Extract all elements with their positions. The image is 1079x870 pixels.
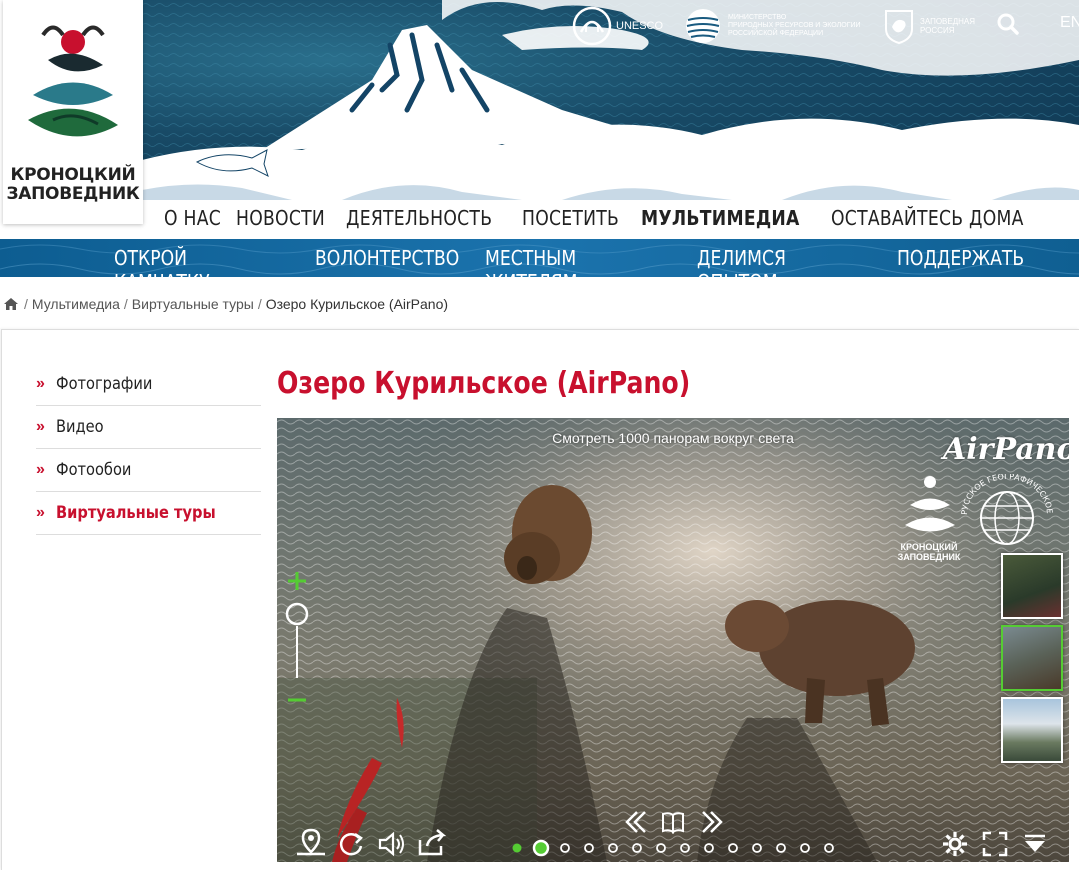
- kron-label-line-2: ЗАПОВЕДНИК: [897, 552, 961, 562]
- sidebar-menu: » Фотографии » Видео » Фотообои » Виртуа…: [36, 363, 261, 535]
- menu-collapse-icon[interactable]: [1021, 832, 1049, 856]
- fullscreen-icon[interactable]: [981, 830, 1009, 858]
- zapovednaya-line-1: ЗАПОВЕДНАЯ: [920, 17, 976, 26]
- subnav-support[interactable]: ПОДДЕРЖАТЬ: [897, 246, 1024, 294]
- kronotsky-logo-icon: [905, 476, 955, 532]
- breadcrumb-separator: /: [24, 296, 28, 312]
- pano-dot[interactable]: [752, 843, 762, 853]
- sidebar-item-label: Фотографии: [56, 374, 153, 394]
- language-switch[interactable]: EN: [1060, 14, 1079, 32]
- pano-dot[interactable]: [632, 843, 642, 853]
- search-icon[interactable]: [996, 12, 1020, 36]
- sub-nav: ОТКРОЙ КАМЧАТКУ ВОЛОНТЕРСТВО МЕСТНЫМ ЖИТ…: [0, 239, 1079, 294]
- logo-line-2: ЗАПОВЕДНИК: [6, 184, 140, 204]
- sidebar-item-label: Фотообои: [56, 460, 132, 480]
- pano-thumbnail[interactable]: [1001, 697, 1063, 763]
- ministry-line-3: РОССИЙСКОЙ ФЕДЕРАЦИИ: [728, 30, 824, 37]
- logo-emblem-icon: [28, 25, 118, 137]
- sidebar-item-label: Видео: [56, 417, 104, 437]
- pano-dot[interactable]: [656, 843, 666, 853]
- sidebar-item-photos[interactable]: » Фотографии: [36, 363, 261, 406]
- pano-dot[interactable]: [680, 843, 690, 853]
- kron-label-line-1: КРОНОЦКИЙ: [900, 542, 958, 552]
- pano-dot[interactable]: [728, 843, 738, 853]
- pano-dot[interactable]: [800, 843, 810, 853]
- subnav-volunteering[interactable]: ВОЛОНТЕРСТВО: [315, 246, 459, 294]
- panorama-viewer[interactable]: Смотреть 1000 панорам вокруг света AirPa…: [277, 418, 1069, 862]
- site-logo[interactable]: КРОНОЦКИЙ ЗАПОВЕДНИК: [3, 0, 143, 224]
- ministry-line-2: ПРИРОДНЫХ РЕСУРСОВ И ЭКОЛОГИИ: [728, 22, 861, 29]
- auto-rotate-icon[interactable]: [337, 830, 365, 858]
- breadcrumb-multimedia[interactable]: Мультимедиа: [32, 296, 120, 312]
- pano-dot[interactable]: [532, 839, 550, 857]
- sidebar-item-virtual-tours[interactable]: » Виртуальные туры: [36, 492, 261, 535]
- ministry-globe-icon: [686, 9, 720, 43]
- pano-thumbnail[interactable]: [1001, 553, 1063, 619]
- breadcrumb-separator: /: [123, 296, 128, 312]
- unesco-label: UNESCO: [616, 20, 664, 32]
- pano-dot[interactable]: [512, 843, 522, 853]
- logo-line-1: КРОНОЦКИЙ: [10, 165, 136, 185]
- sound-icon[interactable]: [377, 830, 407, 858]
- nav-multimedia[interactable]: МУЛЬТИМЕДИА: [641, 206, 800, 234]
- ministry-line-1: МИНИСТЕРСТВО: [728, 14, 787, 21]
- svg-text:РУССКОЕ ГЕОГРАФИЧЕСКОЕ ОБЩЕСТВ: РУССКОЕ ГЕОГРАФИЧЕСКОЕ ОБЩЕСТВО · ОСНОВА…: [957, 474, 1054, 515]
- pano-dot[interactable]: [584, 843, 594, 853]
- zoom-control[interactable]: [285, 568, 309, 708]
- unesco-icon: [572, 6, 612, 46]
- chevron-double-right-icon: »: [36, 375, 45, 392]
- airpano-brand[interactable]: AirPano: [943, 432, 1069, 467]
- pano-dot[interactable]: [704, 843, 714, 853]
- subnav-share-experience[interactable]: ДЕЛИМСЯ ОПЫТОМ: [697, 246, 866, 294]
- ministry-link[interactable]: МИНИСТЕРСТВО ПРИРОДНЫХ РЕСУРСОВ И ЭКОЛОГ…: [684, 4, 861, 48]
- site-header: КРОНОЦКИЙ ЗАПОВЕДНИК UNESCO МИНИСТЕРСТВО…: [0, 0, 1079, 239]
- zapovednaya-line-2: РОССИЯ: [920, 26, 955, 35]
- sidebar-item-label: Виртуальные туры: [56, 503, 216, 523]
- nav-news[interactable]: НОВОСТИ: [236, 206, 325, 234]
- pano-dot[interactable]: [560, 843, 570, 853]
- prev-pano-icon[interactable]: [625, 811, 646, 833]
- chevron-double-right-icon: »: [36, 461, 45, 478]
- pano-thumbnails: [1001, 553, 1063, 769]
- pano-thumbnail-active[interactable]: [1001, 625, 1063, 691]
- sidebar-item-wallpapers[interactable]: » Фотообои: [36, 449, 261, 492]
- map-pin-icon[interactable]: [295, 828, 331, 856]
- nav-activity[interactable]: ДЕЯТЕЛЬНОСТЬ: [346, 206, 492, 234]
- chevron-double-right-icon: »: [36, 418, 45, 435]
- nav-about[interactable]: О НАС: [164, 206, 221, 234]
- nav-stay-home[interactable]: ОСТАВАЙТЕСЬ ДОМА: [831, 206, 1024, 234]
- book-icon[interactable]: [662, 812, 684, 834]
- subnav-locals[interactable]: МЕСТНЫМ ЖИТЕЛЯМ: [485, 246, 664, 294]
- pano-dot[interactable]: [776, 843, 786, 853]
- share-icon[interactable]: [417, 828, 447, 856]
- pano-dot[interactable]: [824, 843, 834, 853]
- breadcrumb: / Мультимедиа / Виртуальные туры / Озеро…: [4, 296, 448, 312]
- breadcrumb-current: Озеро Курильское (AirPano): [265, 296, 449, 312]
- pano-nav-controls: [625, 811, 723, 834]
- rgo-globe-emblem-icon: РУССКОЕ ГЕОГРАФИЧЕСКОЕ ОБЩЕСТВО · ОСНОВА…: [957, 474, 1054, 545]
- breadcrumb-separator: /: [257, 296, 262, 312]
- settings-gear-icon[interactable]: [941, 830, 969, 858]
- main-nav: О НАС НОВОСТИ ДЕЯТЕЛЬНОСТЬ ПОСЕТИТЬ МУЛЬ…: [164, 206, 1041, 234]
- zapovednaya-link[interactable]: ЗАПОВЕДНАЯ РОССИЯ: [884, 4, 975, 48]
- pano-dots[interactable]: [509, 838, 839, 858]
- unesco-link[interactable]: UNESCO: [572, 4, 663, 48]
- subnav-open-kamchatka[interactable]: ОТКРОЙ КАМЧАТКУ: [114, 246, 283, 294]
- next-pano-icon[interactable]: [702, 811, 723, 833]
- page-title: Озеро Курильское (AirPano): [277, 366, 691, 401]
- zapovednaya-shield-icon: [885, 10, 913, 45]
- chevron-double-right-icon: »: [36, 504, 45, 521]
- nav-visit[interactable]: ПОСЕТИТЬ: [522, 206, 619, 234]
- home-icon[interactable]: [4, 298, 18, 310]
- breadcrumb-virtual-tours[interactable]: Виртуальные туры: [132, 296, 254, 312]
- pano-dot[interactable]: [608, 843, 618, 853]
- sidebar-item-video[interactable]: » Видео: [36, 406, 261, 449]
- rgo-emblem-text: РУССКОЕ ГЕОГРАФИЧЕСКОЕ ОБЩЕСТВО · ОСНОВА…: [957, 474, 1054, 515]
